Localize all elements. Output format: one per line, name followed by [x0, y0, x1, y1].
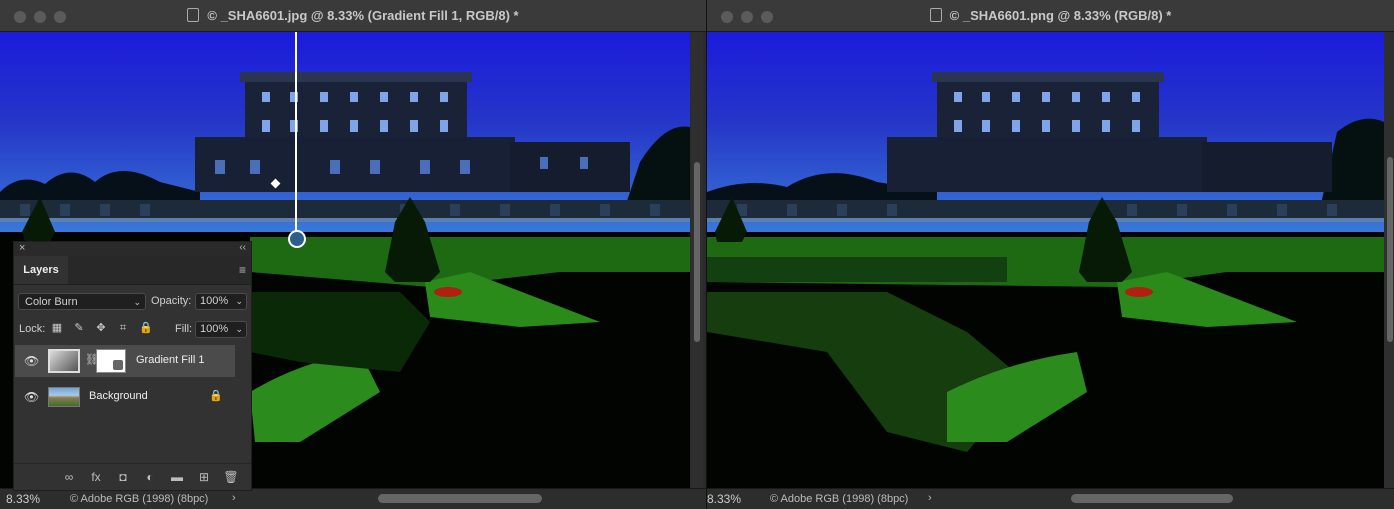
chevron-down-icon: ⌄	[235, 296, 243, 306]
visibility-eye-icon[interactable]: 👁	[24, 354, 39, 368]
vertical-scroll-thumb[interactable]	[1387, 157, 1393, 342]
visibility-eye-icon[interactable]: 👁	[24, 390, 39, 404]
document-icon	[929, 8, 942, 22]
document-title: © _SHA6601.jpg @ 8.33% (Gradient Fill 1,…	[0, 8, 706, 23]
panel-tab-row: Layers ≡	[14, 256, 251, 285]
horizontal-scroll-thumb[interactable]	[1071, 494, 1233, 503]
fill-label: Fill:	[175, 323, 193, 335]
chevron-down-icon: ⌄	[133, 297, 141, 307]
document-title: © _SHA6601.png @ 8.33% (RGB/8) *	[707, 8, 1394, 23]
blend-mode-select[interactable]: Color Burn ⌄	[18, 293, 146, 310]
vertical-scrollbar[interactable]	[691, 32, 703, 489]
blend-mode-value: Color Burn	[25, 296, 78, 308]
layer-row-gradient-fill[interactable]: 👁 ⛓ Gradient Fill 1	[15, 345, 235, 377]
chevron-down-icon: ⌄	[235, 324, 243, 334]
add-mask-icon[interactable]: ◘	[115, 470, 131, 484]
image-canvas[interactable]	[707, 32, 1384, 489]
lock-artboard-icon[interactable]: ⌗	[117, 322, 129, 334]
title-bar[interactable]: © _SHA6601.jpg @ 8.33% (Gradient Fill 1,…	[0, 0, 706, 32]
lock-position-icon[interactable]: ✥	[95, 322, 107, 334]
status-bar: 8.33% © Adobe RGB (1998) (8bpc) ›	[707, 488, 1394, 509]
status-bar: 8.33% © Adobe RGB (1998) (8bpc) ›	[0, 488, 706, 509]
layer-name[interactable]: Gradient Fill 1	[136, 354, 204, 366]
lock-icons: ▦ ✎ ✥ ⌗ 🔒	[51, 322, 153, 334]
document-window-left[interactable]: © _SHA6601.jpg @ 8.33% (Gradient Fill 1,…	[0, 0, 707, 509]
vertical-scroll-thumb[interactable]	[694, 162, 700, 342]
gradient-layer-thumbnail[interactable]	[48, 349, 80, 373]
zoom-level[interactable]: 8.33%	[707, 492, 741, 506]
lock-image-pixels-icon[interactable]: ✎	[73, 322, 85, 334]
color-profile: © Adobe RGB (1998) (8bpc)	[70, 493, 209, 505]
document-window-right[interactable]: © _SHA6601.png @ 8.33% (RGB/8) * 8.33% ©…	[707, 0, 1394, 509]
color-profile: © Adobe RGB (1998) (8bpc)	[770, 493, 909, 505]
status-menu-arrow[interactable]: ›	[232, 492, 236, 504]
zoom-level[interactable]: 8.33%	[6, 492, 40, 506]
opacity-label: Opacity:	[151, 295, 192, 307]
layer-name[interactable]: Background	[89, 390, 148, 402]
background-layer-thumbnail[interactable]	[48, 387, 80, 407]
panel-menu-icon[interactable]: ≡	[239, 263, 246, 277]
opacity-value: 100%	[200, 295, 229, 307]
panel-footer: ∞ fx ◘ ◐ ▬ ⊞ 🗑	[14, 463, 251, 490]
fill-value: 100%	[200, 323, 229, 335]
horizontal-scroll-thumb[interactable]	[378, 494, 542, 503]
panel-header: × ‹‹	[14, 242, 251, 256]
layer-lock-icon[interactable]: 🔒	[209, 389, 223, 402]
panel-close-icon[interactable]: ×	[19, 242, 25, 254]
status-menu-arrow[interactable]: ›	[928, 492, 932, 504]
delete-layer-trash-icon[interactable]: 🗑	[223, 470, 239, 484]
layer-style-fx-icon[interactable]: fx	[88, 470, 104, 484]
link-layers-icon[interactable]: ∞	[61, 470, 77, 484]
vertical-scrollbar[interactable]	[1384, 32, 1394, 489]
lock-label: Lock:	[19, 323, 46, 335]
opacity-field[interactable]: 100% ⌄	[195, 293, 247, 310]
lock-all-icon[interactable]: 🔒	[139, 322, 153, 334]
lock-transparent-pixels-icon[interactable]: ▦	[51, 322, 63, 334]
layer-row-background[interactable]: 👁 Background 🔒	[15, 381, 235, 413]
fill-field[interactable]: 100% ⌄	[195, 321, 247, 338]
gradient-guide-line	[295, 32, 297, 238]
panel-collapse-icon[interactable]: ‹‹	[239, 242, 246, 253]
gradient-end-handle[interactable]	[288, 230, 306, 248]
layer-mask-thumbnail[interactable]	[96, 349, 126, 373]
tab-layers[interactable]: Layers	[14, 256, 68, 284]
new-group-folder-icon[interactable]: ▬	[169, 470, 185, 484]
adjustment-layer-icon[interactable]: ◐	[142, 470, 158, 484]
new-layer-icon[interactable]: ⊞	[196, 470, 212, 484]
layers-panel: × ‹‹ Layers ≡ Color Burn ⌄ Opacity: 100%…	[13, 241, 252, 491]
title-bar[interactable]: © _SHA6601.png @ 8.33% (RGB/8) *	[707, 0, 1394, 32]
canvas-image	[707, 32, 1384, 489]
document-icon	[187, 8, 200, 22]
